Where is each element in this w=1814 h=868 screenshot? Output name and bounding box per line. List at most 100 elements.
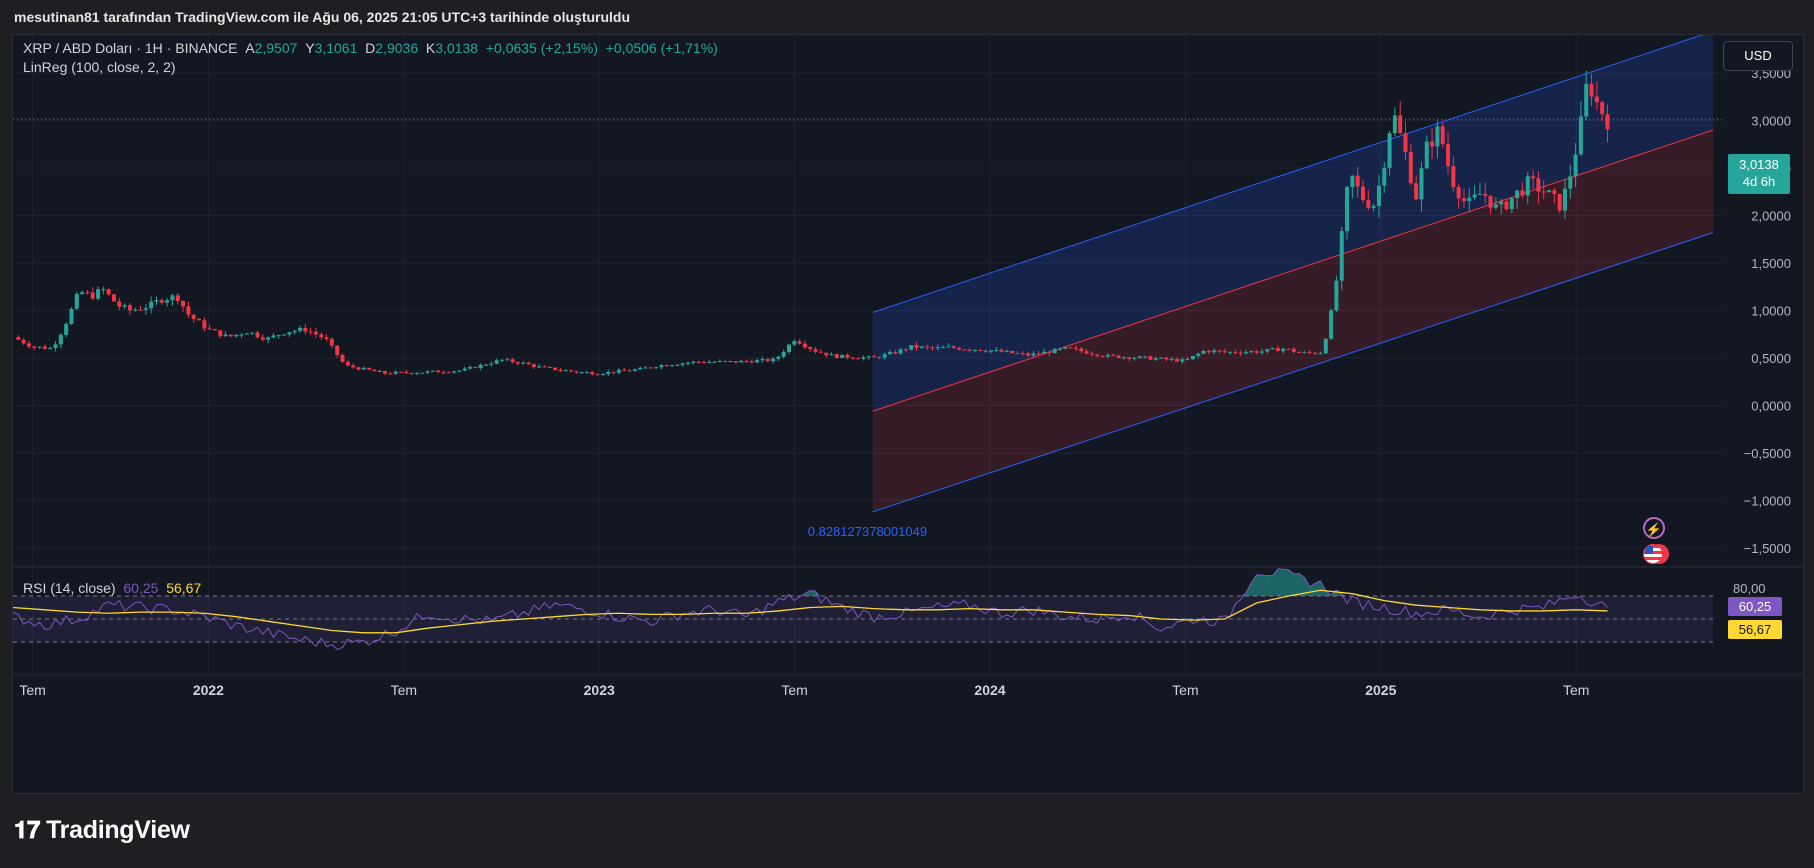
lightning-icon[interactable]: ⚡ bbox=[1643, 517, 1665, 539]
candle-body bbox=[1499, 201, 1504, 205]
candle-body bbox=[207, 328, 212, 330]
candle-body bbox=[1584, 83, 1589, 117]
price-tick-label: 3,0000 bbox=[1751, 114, 1791, 129]
close-value: 3,0138 bbox=[435, 40, 479, 56]
candle-body bbox=[111, 294, 116, 302]
candle-body bbox=[16, 337, 21, 340]
candle-body bbox=[1297, 351, 1302, 353]
candle-body bbox=[1143, 356, 1148, 358]
candle-body bbox=[1345, 187, 1350, 232]
candle-body bbox=[1329, 310, 1334, 339]
candle-body bbox=[1095, 354, 1100, 356]
price-tick-label: 0,5000 bbox=[1751, 351, 1791, 366]
candle-body bbox=[181, 300, 186, 307]
candle-body bbox=[670, 365, 675, 367]
price-tick-label: −1,5000 bbox=[1744, 541, 1791, 556]
candle-body bbox=[1509, 198, 1514, 210]
candle-body bbox=[983, 350, 988, 352]
price-axis: 3,50003,00002,50002,00001,50001,00000,50… bbox=[1744, 66, 1791, 556]
candle-body bbox=[356, 367, 361, 370]
candle-body bbox=[239, 334, 244, 336]
candle-body bbox=[813, 349, 818, 352]
candle-body bbox=[840, 354, 845, 358]
candle-body bbox=[632, 369, 637, 371]
candle-body bbox=[622, 369, 627, 371]
candle-body bbox=[393, 371, 398, 374]
candle-body bbox=[712, 361, 717, 363]
candle-body bbox=[1052, 348, 1057, 354]
candle-body bbox=[510, 359, 515, 363]
candle-body bbox=[478, 364, 483, 369]
candle-body bbox=[494, 360, 499, 364]
candle-body bbox=[1260, 351, 1265, 353]
candle-body bbox=[946, 346, 951, 348]
candle-body bbox=[696, 361, 701, 363]
candle-body bbox=[611, 371, 616, 373]
candle-body bbox=[1105, 354, 1110, 357]
candle-body bbox=[505, 359, 510, 361]
candle-body bbox=[903, 349, 908, 351]
candle-body bbox=[563, 370, 568, 372]
candle-body bbox=[1180, 359, 1185, 362]
candle-body bbox=[659, 365, 664, 368]
rsi-legend[interactable]: RSI (14, close) 60,25 56,67 bbox=[23, 580, 201, 596]
currency-button[interactable]: USD bbox=[1723, 41, 1793, 71]
last-price-value: 3,0138 bbox=[1739, 157, 1779, 172]
candle-body bbox=[1387, 133, 1392, 168]
candle-body bbox=[197, 318, 202, 321]
candle-body bbox=[303, 327, 308, 332]
time-tick-label: 2024 bbox=[974, 682, 1005, 698]
candle-body bbox=[1307, 352, 1312, 354]
price-tick-label: −0,5000 bbox=[1744, 446, 1791, 461]
low-label: D bbox=[365, 40, 376, 56]
candle-body bbox=[282, 334, 287, 336]
candle-body bbox=[733, 361, 738, 363]
candle-body bbox=[542, 366, 547, 368]
symbol-legend: XRP / ABD Doları · 1H · BINANCE A2,9507 … bbox=[23, 40, 718, 56]
candle-body bbox=[872, 356, 877, 358]
candle-body bbox=[1440, 126, 1445, 145]
candle-body bbox=[818, 351, 823, 353]
candle-body bbox=[127, 305, 132, 311]
change-value: +0,0635 (+2,15%) bbox=[485, 40, 598, 56]
candle-body bbox=[32, 346, 37, 348]
time-tick-label: Tem bbox=[781, 682, 807, 698]
symbol-name[interactable]: XRP / ABD Doları · 1H · BINANCE bbox=[23, 40, 237, 56]
price-tick-label: −1,0000 bbox=[1744, 494, 1791, 509]
candle-body bbox=[266, 337, 271, 340]
close-label: K bbox=[425, 40, 436, 56]
candle-body bbox=[1520, 190, 1525, 196]
candle-body bbox=[1137, 356, 1142, 358]
candle-body bbox=[771, 358, 776, 362]
candle-body bbox=[143, 308, 148, 310]
candle-body bbox=[255, 332, 260, 338]
candle-body bbox=[1536, 178, 1541, 192]
candle-body bbox=[744, 360, 749, 362]
rsi-ma-legend-value: 56,67 bbox=[166, 580, 202, 596]
chart-canvas[interactable]: 0.828127378001049 3,50003,00002,50002,00… bbox=[13, 35, 1803, 793]
candle-body bbox=[1419, 168, 1424, 200]
candle-body bbox=[1015, 353, 1020, 355]
candle-body bbox=[654, 367, 659, 369]
candle-body bbox=[973, 349, 978, 351]
candle-body bbox=[64, 323, 69, 335]
candle-body bbox=[1254, 351, 1259, 353]
indicator-legend[interactable]: LinReg (100, close, 2, 2) bbox=[23, 59, 176, 75]
candle-body bbox=[1578, 116, 1583, 155]
candle-body bbox=[361, 367, 366, 370]
candle-body bbox=[755, 360, 760, 363]
candle-body bbox=[48, 348, 53, 350]
tradingview-logo-icon: 𝟏𝟕 bbox=[14, 817, 41, 844]
candle-body bbox=[802, 343, 807, 348]
candle-body bbox=[1233, 351, 1238, 353]
candle-body bbox=[1116, 355, 1121, 358]
candle-body bbox=[1148, 356, 1153, 360]
candle-body bbox=[1515, 190, 1520, 199]
candle-body bbox=[845, 354, 850, 358]
candle-body bbox=[728, 361, 733, 363]
candle-body bbox=[808, 347, 813, 350]
us-flag-icon[interactable] bbox=[1643, 544, 1669, 566]
candle-body bbox=[1238, 352, 1243, 354]
candle-body bbox=[797, 341, 802, 344]
tradingview-logo[interactable]: 𝟏𝟕 TradingView bbox=[14, 816, 190, 845]
